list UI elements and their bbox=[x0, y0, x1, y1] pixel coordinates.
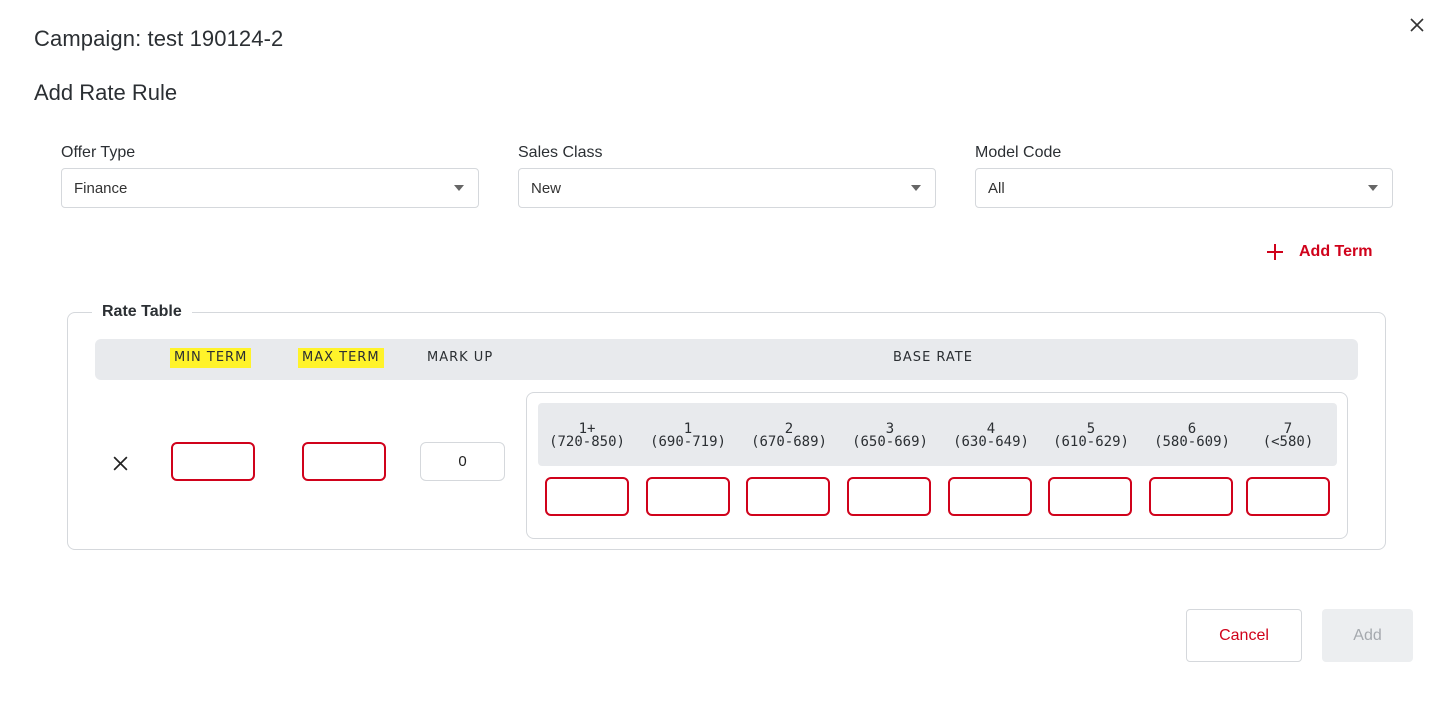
tier-range: (580-609) bbox=[1154, 434, 1230, 450]
base-rate-input-tier-2[interactable] bbox=[746, 477, 830, 516]
tier-range: (720-850) bbox=[549, 434, 625, 450]
tier-range: (650-669) bbox=[852, 434, 928, 450]
base-rate-input-tier-6[interactable] bbox=[1149, 477, 1233, 516]
close-button[interactable] bbox=[1404, 12, 1430, 38]
add-term-button[interactable]: Add Term bbox=[1265, 242, 1372, 262]
mark-up-header: MARK UP bbox=[427, 350, 494, 365]
sales-class-label: Sales Class bbox=[518, 144, 603, 161]
tier-range: (610-629) bbox=[1053, 434, 1129, 450]
tier-header: 5 (610-629) bbox=[1041, 422, 1141, 450]
base-rate-input-tier-4[interactable] bbox=[948, 477, 1032, 516]
base-rate-input-tier-1plus[interactable] bbox=[545, 477, 629, 516]
offer-type-label: Offer Type bbox=[61, 144, 136, 161]
max-term-header-label: MAX TERM bbox=[298, 348, 384, 368]
cancel-button[interactable]: Cancel bbox=[1186, 609, 1302, 662]
tier-header: 7 (<580) bbox=[1238, 422, 1338, 450]
model-code-label: Model Code bbox=[975, 144, 1062, 161]
plus-icon bbox=[1267, 244, 1283, 260]
max-term-input[interactable] bbox=[302, 442, 386, 481]
dropdown-caret-icon bbox=[911, 185, 921, 191]
add-term-label: Add Term bbox=[1299, 243, 1373, 260]
tier-header: 6 (580-609) bbox=[1142, 422, 1242, 450]
dropdown-caret-icon bbox=[454, 185, 464, 191]
remove-row-button[interactable] bbox=[109, 452, 131, 474]
max-term-header: MAX TERM bbox=[298, 348, 384, 368]
sales-class-select[interactable]: New bbox=[518, 168, 936, 208]
tier-header: 4 (630-649) bbox=[941, 422, 1041, 450]
model-code-value: All bbox=[988, 179, 1005, 197]
rate-table-header bbox=[95, 339, 1358, 380]
offer-type-value: Finance bbox=[74, 179, 128, 197]
offer-type-select[interactable]: Finance bbox=[61, 168, 479, 208]
campaign-title: Campaign: test 190124-2 bbox=[34, 26, 284, 51]
tier-header: 2 (670-689) bbox=[739, 422, 839, 450]
close-icon bbox=[113, 456, 127, 470]
tier-range: (670-689) bbox=[751, 434, 827, 450]
dropdown-caret-icon bbox=[1368, 185, 1378, 191]
tier-range: (630-649) bbox=[953, 434, 1029, 450]
min-term-header: MIN TERM bbox=[170, 348, 252, 368]
tier-header: 1 (690-719) bbox=[638, 422, 738, 450]
base-rate-input-tier-3[interactable] bbox=[847, 477, 931, 516]
base-rate-input-tier-1[interactable] bbox=[646, 477, 730, 516]
offer-type-field: Offer Type Finance bbox=[61, 144, 479, 208]
rate-table-legend: Rate Table bbox=[92, 303, 192, 321]
model-code-select[interactable]: All bbox=[975, 168, 1393, 208]
close-icon bbox=[1410, 18, 1424, 32]
add-button[interactable]: Add bbox=[1322, 609, 1413, 662]
tier-header: 3 (650-669) bbox=[840, 422, 940, 450]
base-rate-input-tier-5[interactable] bbox=[1048, 477, 1132, 516]
sales-class-value: New bbox=[531, 179, 562, 197]
tier-header: 1+ (720-850) bbox=[537, 422, 637, 450]
base-rate-input-tier-7[interactable] bbox=[1246, 477, 1330, 516]
model-code-field: Model Code All bbox=[975, 144, 1393, 208]
tier-range: (<580) bbox=[1262, 434, 1314, 450]
section-title: Add Rate Rule bbox=[34, 80, 178, 105]
mark-up-input[interactable] bbox=[420, 442, 505, 481]
min-term-header-label: MIN TERM bbox=[170, 348, 252, 368]
sales-class-field: Sales Class New bbox=[518, 144, 936, 208]
min-term-input[interactable] bbox=[171, 442, 255, 481]
tier-range: (690-719) bbox=[650, 434, 726, 450]
base-rate-header: BASE RATE bbox=[893, 350, 973, 365]
